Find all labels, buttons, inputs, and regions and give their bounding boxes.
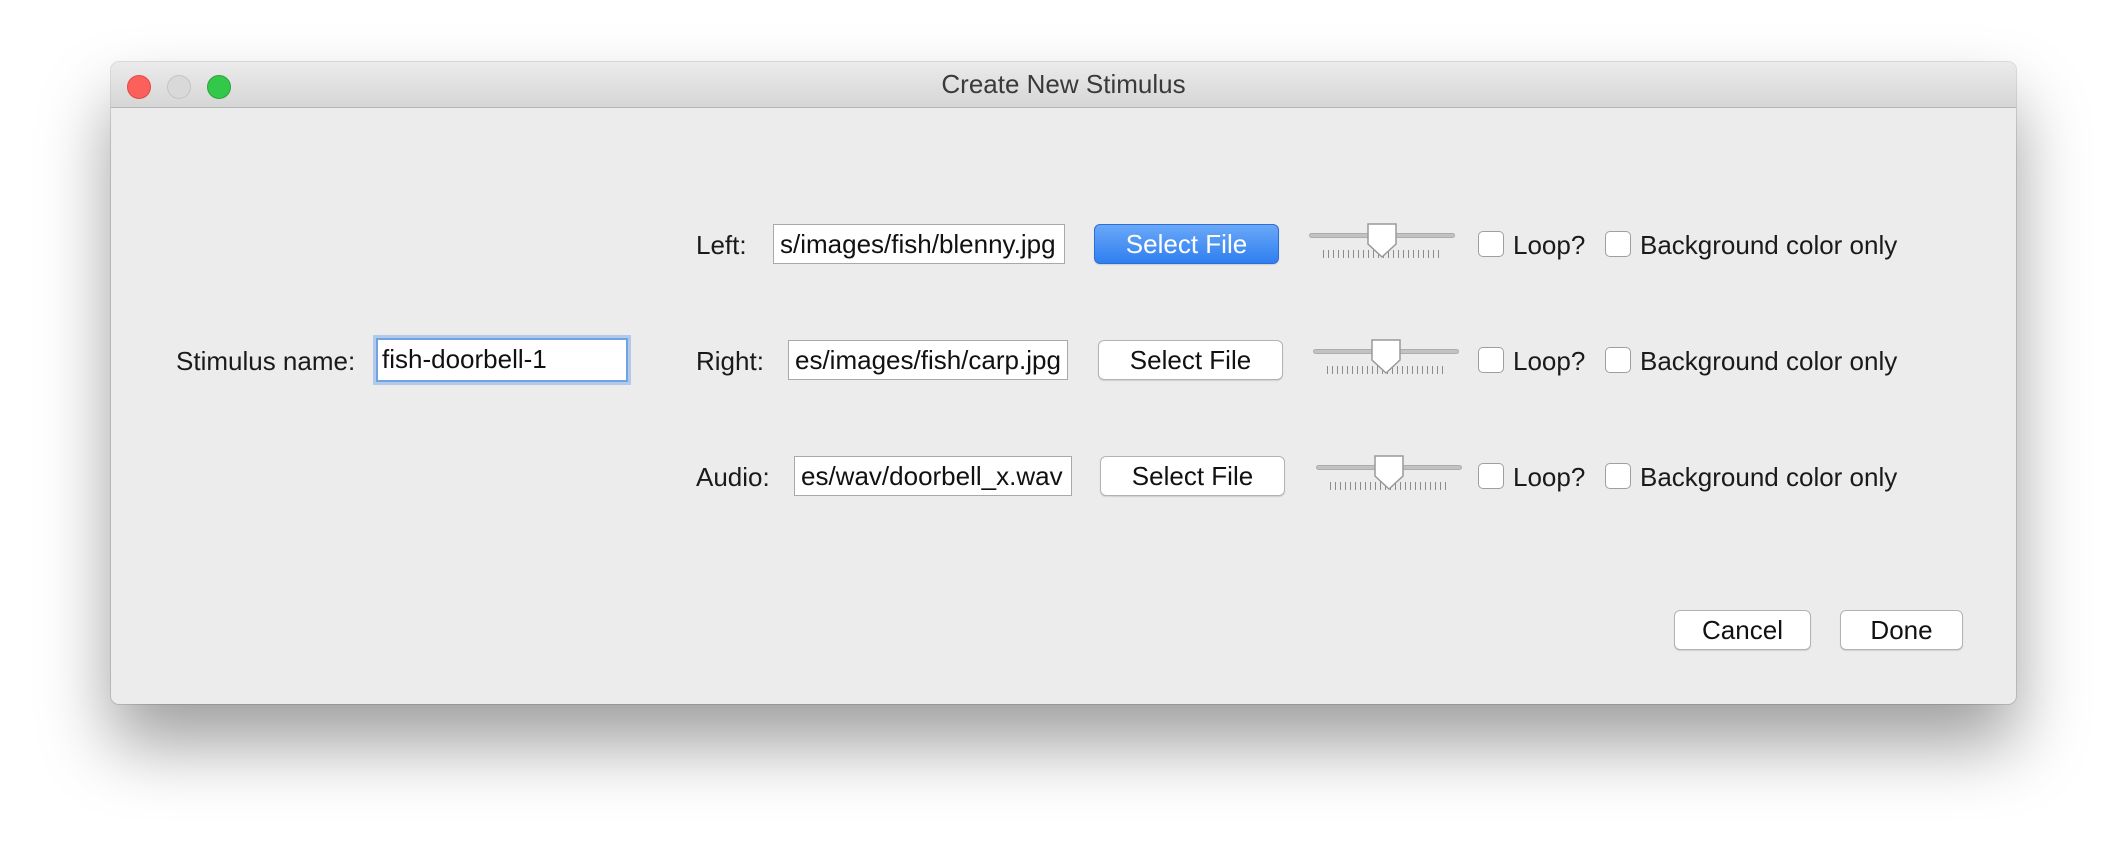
right-loop-checkbox[interactable]	[1478, 347, 1504, 373]
slider-knob[interactable]	[1369, 338, 1403, 376]
audio-background-color-label: Background color only	[1640, 462, 1898, 492]
right-loop-label: Loop?	[1513, 346, 1586, 376]
left-select-file-button[interactable]: Select File	[1094, 224, 1279, 264]
left-volume-slider[interactable]	[1309, 222, 1455, 262]
cancel-button[interactable]: Cancel	[1674, 610, 1811, 650]
audio-volume-slider[interactable]	[1316, 454, 1462, 494]
right-background-color-label: Background color only	[1640, 346, 1898, 376]
audio-loop-label: Loop?	[1513, 462, 1586, 492]
right-path-field[interactable]: es/images/fish/carp.jpg	[788, 340, 1068, 380]
audio-background-color-checkbox[interactable]	[1605, 463, 1631, 489]
stimulus-name-field[interactable]: fish-doorbell-1	[376, 338, 628, 382]
right-volume-slider[interactable]	[1313, 338, 1459, 378]
audio-path-field[interactable]: es/wav/doorbell_x.wav	[794, 456, 1072, 496]
window-title: Create New Stimulus	[941, 69, 1186, 99]
dialog-content: Stimulus name: fish-doorbell-1 Left: s/i…	[111, 108, 2016, 704]
title-bar[interactable]: Create New Stimulus	[111, 62, 2016, 108]
right-select-file-button[interactable]: Select File	[1098, 340, 1283, 380]
left-label: Left:	[696, 230, 747, 260]
left-loop-checkbox[interactable]	[1478, 231, 1504, 257]
stimulus-name-label: Stimulus name:	[176, 346, 356, 376]
left-background-color-label: Background color only	[1640, 230, 1898, 260]
audio-loop-checkbox[interactable]	[1478, 463, 1504, 489]
right-label: Right:	[696, 346, 764, 376]
left-loop-label: Loop?	[1513, 230, 1586, 260]
dialog-window: Create New Stimulus Stimulus name: fish-…	[111, 62, 2016, 704]
slider-knob[interactable]	[1365, 222, 1399, 260]
slider-knob[interactable]	[1372, 454, 1406, 492]
audio-label: Audio:	[696, 462, 770, 492]
audio-select-file-button[interactable]: Select File	[1100, 456, 1285, 496]
left-background-color-checkbox[interactable]	[1605, 231, 1631, 257]
done-button[interactable]: Done	[1840, 610, 1963, 650]
left-path-field[interactable]: s/images/fish/blenny.jpg	[773, 224, 1065, 264]
right-background-color-checkbox[interactable]	[1605, 347, 1631, 373]
